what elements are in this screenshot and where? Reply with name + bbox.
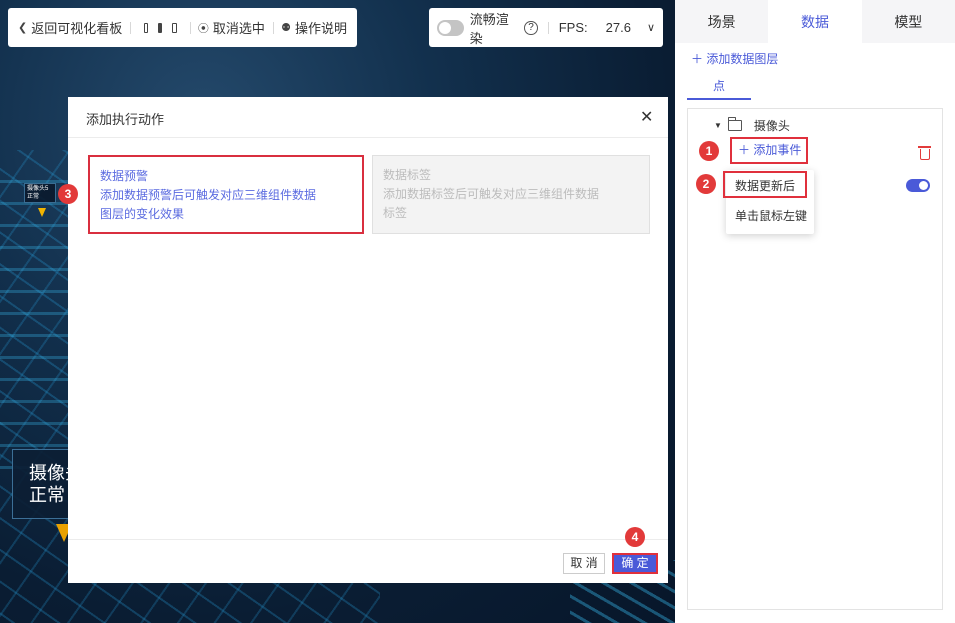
event-enable-toggle[interactable]	[906, 179, 930, 192]
back-label: 返回可视化看板	[31, 21, 123, 36]
camera-label-large-status: 正常	[29, 485, 65, 505]
cube-wireframe-icon[interactable]	[172, 22, 177, 33]
plus-icon: ＋	[691, 52, 704, 66]
panel-tabs: 场景 数据 模型	[675, 0, 955, 43]
step-marker-1: 1	[699, 141, 719, 161]
tab-data[interactable]: 数据	[768, 0, 862, 43]
folder-row[interactable]: ▼ 摄像头	[714, 117, 790, 134]
camera-label-small[interactable]: 摄像头5 正常	[24, 183, 56, 203]
action-card-title: 数据标签	[383, 168, 432, 182]
close-icon[interactable]: ✕	[640, 107, 653, 127]
top-toolbar: ❮ 返回可视化看板 ⦿ 取消选中 ⚉ 操作说明	[8, 8, 357, 47]
action-card-data-label: 数据标签 添加数据标签后可触发对应三维组件数据 标签	[372, 155, 650, 234]
lightbulb-icon: ⚉	[281, 22, 291, 34]
tab-scene[interactable]: 场景	[675, 0, 768, 43]
back-to-dashboard-button[interactable]: ❮ 返回可视化看板	[18, 18, 122, 37]
plus-icon: ＋	[738, 143, 751, 157]
camera-label-small-status: 正常	[27, 194, 40, 200]
action-card-desc: 图层的变化效果	[100, 207, 185, 221]
dialog-footer-divider	[68, 539, 668, 540]
cancel-button[interactable]: 取 消	[563, 553, 605, 574]
dropdown-item-left-click[interactable]: 单击鼠标左键	[726, 203, 814, 230]
right-panel: 场景 数据 模型 ＋ 添加数据图层 点 ▼ 摄像头 ＋ 添加事件 数据更新后 单…	[675, 0, 955, 623]
add-action-dialog: 添加执行动作 ✕ 数据预警 添加数据预警后可触发对应三维组件数据 图层的变化效果…	[68, 97, 668, 583]
add-event-label: 添加事件	[753, 143, 802, 157]
dialog-title: 添加执行动作	[86, 112, 165, 127]
question-icon[interactable]: ?	[524, 20, 538, 35]
caret-down-icon[interactable]: ▼	[714, 121, 722, 130]
camera-label-large[interactable]: 摄像头 正常	[12, 449, 72, 519]
action-card-title: 数据预警	[100, 169, 149, 183]
target-icon: ⦿	[197, 22, 209, 35]
help-button[interactable]: ⚉ 操作说明	[281, 18, 347, 37]
step-marker-2: 2	[696, 174, 716, 194]
fps-label: FPS:	[558, 20, 588, 35]
dialog-divider	[68, 137, 668, 138]
render-panel: 流畅渲染 ? FPS: 27.6 ∨	[429, 8, 663, 47]
add-event-button[interactable]: ＋ 添加事件	[730, 137, 808, 164]
chevron-left-icon: ❮	[18, 22, 28, 34]
add-data-layer-label: 添加数据图层	[706, 52, 779, 66]
trash-icon[interactable]	[918, 146, 931, 160]
action-card-desc: 添加数据标签后可触发对应三维组件数据	[383, 187, 600, 201]
camera-label-large-name: 摄像头	[29, 463, 71, 483]
cube-outline-icon[interactable]	[143, 22, 148, 33]
step-marker-4: 4	[625, 527, 645, 547]
folder-icon	[727, 117, 742, 131]
help-label: 操作说明	[295, 21, 348, 36]
tab-model[interactable]: 模型	[862, 0, 955, 43]
smooth-render-label: 流畅渲染	[469, 11, 509, 46]
layer-tree: ▼ 摄像头 ＋ 添加事件 数据更新后 单击鼠标左键	[687, 108, 943, 610]
cube-solid-icon[interactable]	[157, 22, 163, 33]
event-type-dropdown: 数据更新后 单击鼠标左键	[726, 170, 814, 234]
add-data-layer-button[interactable]: ＋ 添加数据图层	[691, 50, 778, 67]
chevron-down-icon[interactable]: ∨	[647, 21, 655, 34]
dropdown-item-data-updated[interactable]: 数据更新后	[726, 173, 814, 200]
step-marker-3: 3	[58, 184, 78, 204]
camera-label-small-name: 摄像头5	[27, 186, 49, 192]
tab-point[interactable]: 点	[687, 76, 751, 100]
fps-value: 27.6	[605, 20, 631, 35]
folder-label: 摄像头	[753, 119, 790, 133]
confirm-button[interactable]: 确 定	[612, 553, 658, 574]
render-panel-divider	[547, 21, 549, 34]
action-card-data-alert[interactable]: 数据预警 添加数据预警后可触发对应三维组件数据 图层的变化效果	[88, 155, 364, 234]
deselect-button[interactable]: ⦿ 取消选中	[198, 18, 265, 37]
deselect-label: 取消选中	[212, 21, 265, 36]
smooth-render-toggle[interactable]	[437, 19, 464, 36]
action-card-desc: 标签	[383, 206, 408, 220]
action-card-desc: 添加数据预警后可触发对应三维组件数据	[100, 188, 317, 202]
